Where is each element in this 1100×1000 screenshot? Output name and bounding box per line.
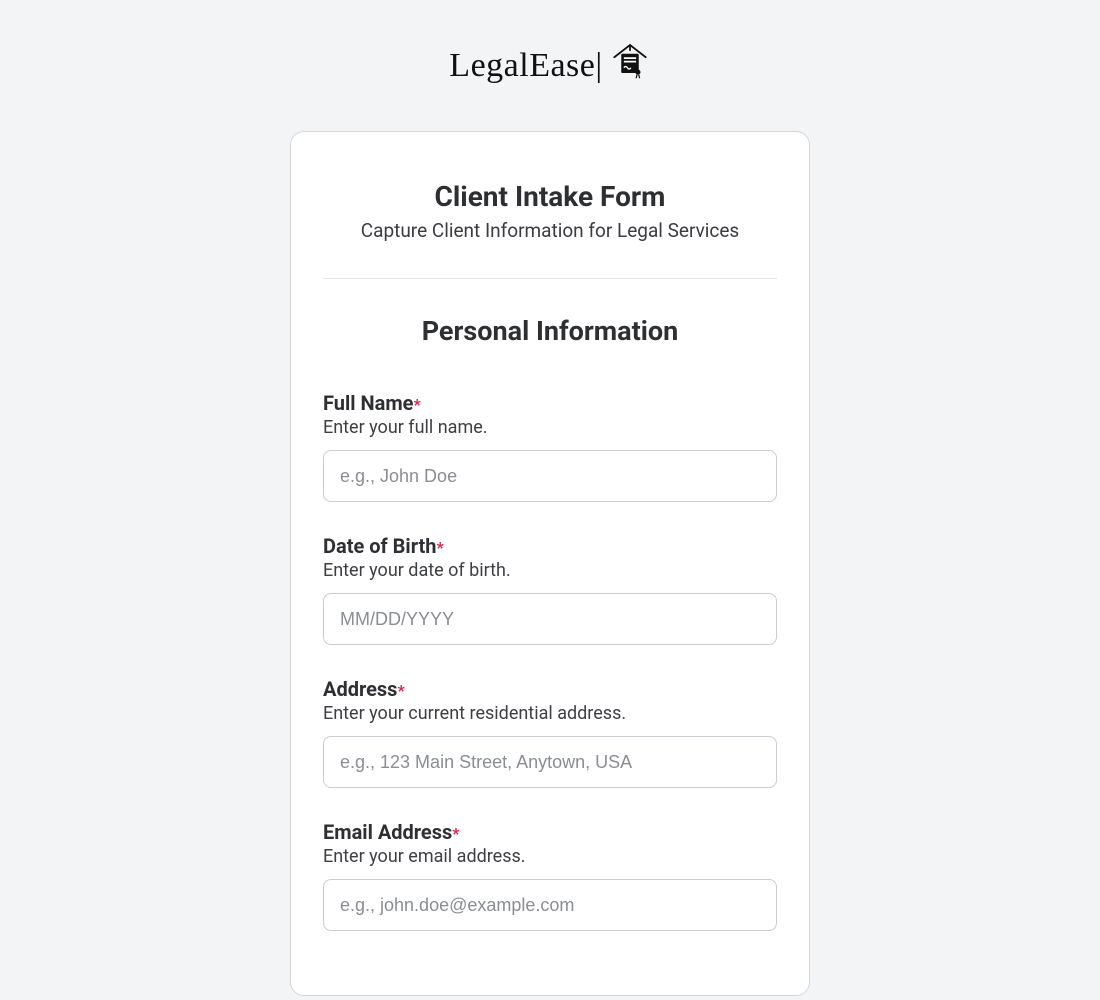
address-label: Address [323,677,397,701]
field-email: Email Address* Enter your email address. [323,820,777,931]
brand-name: LegalEase| [449,47,602,85]
email-label: Email Address [323,820,452,844]
house-document-icon [609,40,651,91]
email-input[interactable] [323,879,777,931]
full-name-label: Full Name [323,391,413,415]
required-mark: * [397,681,404,700]
form-title: Client Intake Form [323,180,777,213]
field-full-name: Full Name* Enter your full name. [323,391,777,502]
required-mark: * [413,395,420,414]
dob-input[interactable] [323,593,777,645]
section-title: Personal Information [323,315,777,347]
intake-form-card: Client Intake Form Capture Client Inform… [290,131,810,996]
card-header: Client Intake Form Capture Client Inform… [323,180,777,279]
dob-label: Date of Birth [323,534,437,558]
required-mark: * [437,538,444,557]
email-desc: Enter your email address. [323,846,777,867]
address-desc: Enter your current residential address. [323,703,777,724]
form-subtitle: Capture Client Information for Legal Ser… [323,219,777,242]
field-address: Address* Enter your current residential … [323,677,777,788]
full-name-desc: Enter your full name. [323,417,777,438]
dob-desc: Enter your date of birth. [323,560,777,581]
full-name-input[interactable] [323,450,777,502]
brand-logo: LegalEase| [449,40,650,91]
address-input[interactable] [323,736,777,788]
required-mark: * [452,824,459,843]
page-header: LegalEase| [0,40,1100,91]
field-dob: Date of Birth* Enter your date of birth. [323,534,777,645]
